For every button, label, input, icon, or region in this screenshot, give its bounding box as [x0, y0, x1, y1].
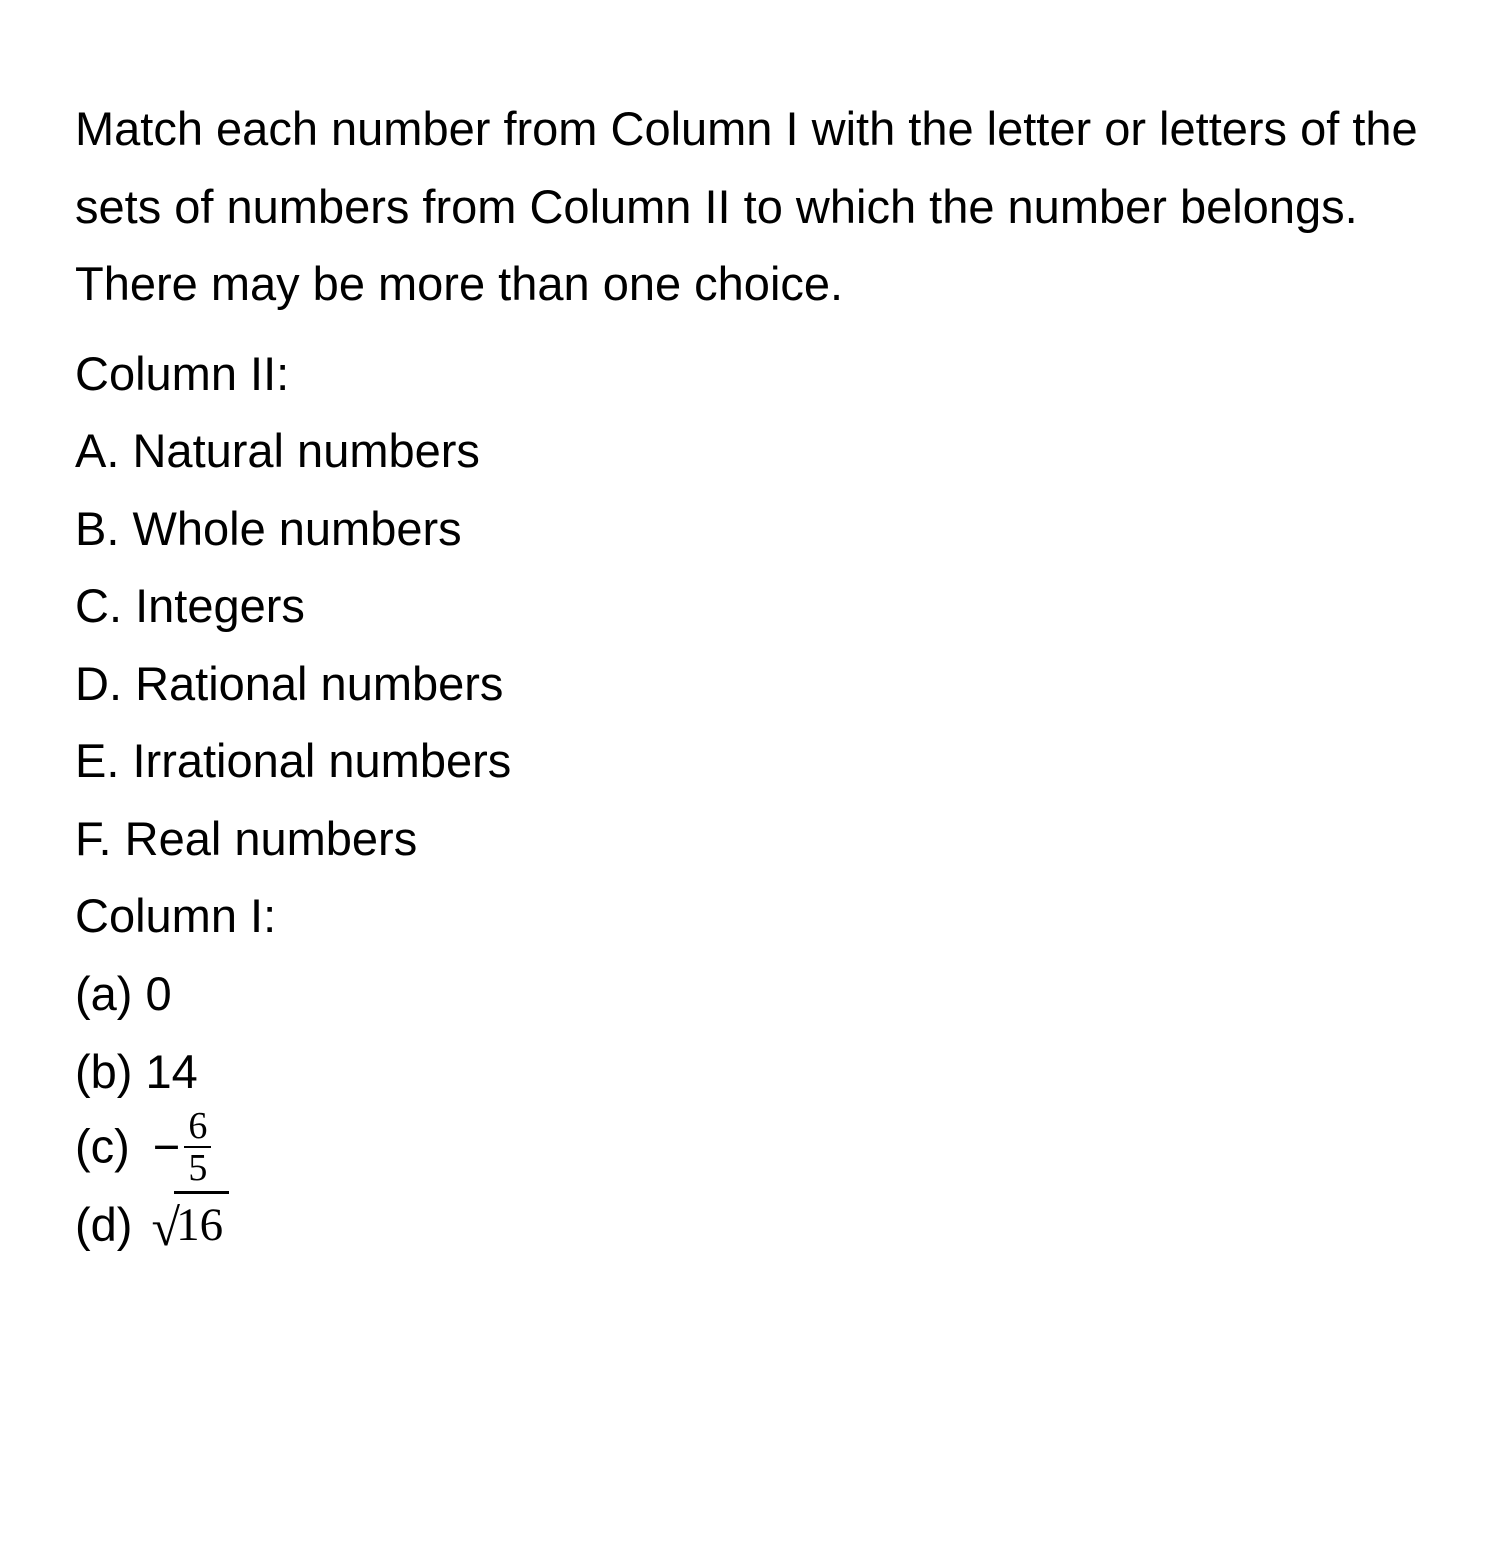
item-label: Real numbers	[125, 812, 418, 865]
column2-header: Column II:	[75, 335, 1425, 413]
item-letter: F.	[75, 812, 112, 865]
item-label: Integers	[135, 579, 305, 632]
column2-item-c: C. Integers	[75, 567, 1425, 645]
item-letter: (c)	[75, 1120, 130, 1173]
square-root: √16	[152, 1190, 230, 1260]
column2-item-d: D. Rational numbers	[75, 645, 1425, 723]
document-content: Match each number from Column I with the…	[75, 90, 1425, 1260]
fraction-numerator: 6	[184, 1107, 211, 1148]
fraction-denominator: 5	[184, 1148, 211, 1187]
item-letter: (a)	[75, 967, 132, 1020]
item-label: Whole numbers	[132, 502, 461, 555]
item-letter: D.	[75, 657, 122, 710]
column2-item-b: B. Whole numbers	[75, 490, 1425, 568]
column1-item-c: (c) −65	[75, 1110, 1425, 1190]
column2-item-f: F. Real numbers	[75, 800, 1425, 878]
item-letter: B.	[75, 502, 119, 555]
item-label: Rational numbers	[135, 657, 503, 710]
item-letter: (b)	[75, 1045, 132, 1098]
column1-item-d: (d) √16	[75, 1190, 1425, 1260]
minus-sign: −	[153, 1115, 180, 1178]
item-label: Natural numbers	[132, 424, 479, 477]
column1-header: Column I:	[75, 877, 1425, 955]
item-label: Irrational numbers	[132, 734, 511, 787]
item-letter: C.	[75, 579, 122, 632]
radicand: 16	[174, 1191, 229, 1257]
fraction: 65	[184, 1107, 211, 1187]
item-value: 0	[146, 967, 172, 1020]
item-letter: E.	[75, 734, 119, 787]
column1-item-b: (b) 14	[75, 1033, 1425, 1111]
item-value: 14	[146, 1045, 198, 1098]
instruction-text: Match each number from Column I with the…	[75, 90, 1425, 323]
item-letter: A.	[75, 424, 119, 477]
column2-item-a: A. Natural numbers	[75, 412, 1425, 490]
column2-item-e: E. Irrational numbers	[75, 722, 1425, 800]
column1-item-a: (a) 0	[75, 955, 1425, 1033]
item-letter: (d)	[75, 1198, 132, 1251]
